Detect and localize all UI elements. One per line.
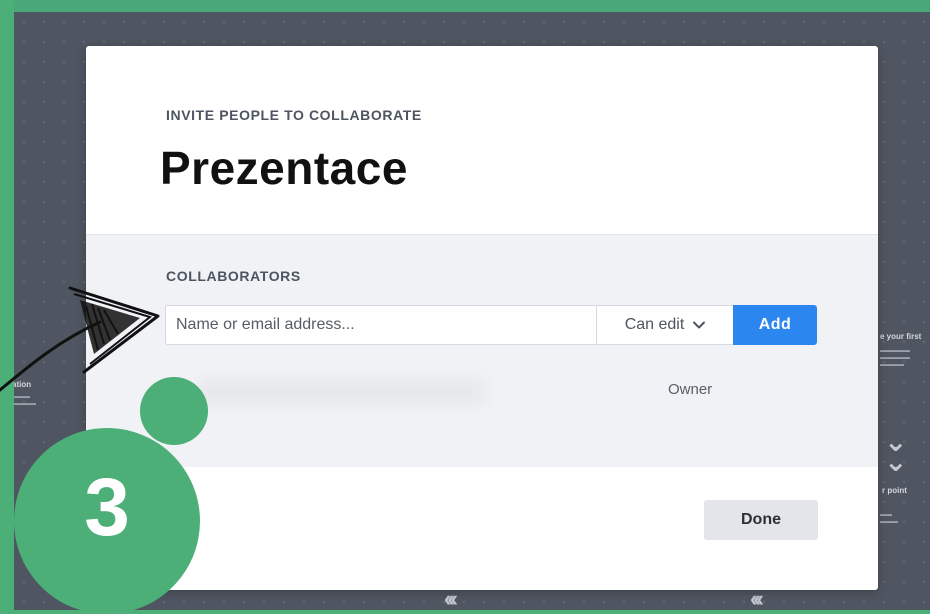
invite-row: Can edit Add: [165, 305, 819, 345]
chevron-down-icon: [693, 321, 706, 329]
permission-selected-value: Can edit: [624, 316, 685, 333]
background-label-right-bottom: r point: [882, 486, 907, 495]
background-label-right-top: e your first: [880, 332, 922, 341]
invite-heading: INVITE PEOPLE TO COLLABORATE: [166, 107, 422, 123]
invite-dialog: INVITE PEOPLE TO COLLABORATE Prezentace …: [86, 46, 878, 590]
name-or-email-input[interactable]: [165, 305, 607, 345]
permission-dropdown[interactable]: Can edit: [596, 305, 735, 345]
collaborator-row: Owner: [166, 369, 746, 409]
background-placeholder-text: ▬▬ ▬▬▬: [880, 512, 898, 525]
collaborator-name-blurred: [196, 379, 486, 405]
collaborators-heading: COLLABORATORS: [166, 268, 301, 284]
collaborator-role: Owner: [668, 381, 713, 398]
done-button[interactable]: Done: [704, 500, 818, 540]
top-accent-bar: [0, 0, 930, 12]
collaborators-section: COLLABORATORS Can edit Add Owner: [86, 234, 878, 467]
presentation-title: Prezentace: [160, 142, 408, 194]
add-collaborator-button[interactable]: Add: [733, 305, 817, 345]
chevron-down-double-icon: ⌄ ⌄: [884, 426, 908, 477]
step-number: 3: [84, 462, 130, 553]
background-placeholder-text: ▬▬▬▬▬ ▬▬▬▬▬ ▬▬▬▬: [880, 348, 910, 368]
step-badge: 3: [14, 428, 200, 614]
